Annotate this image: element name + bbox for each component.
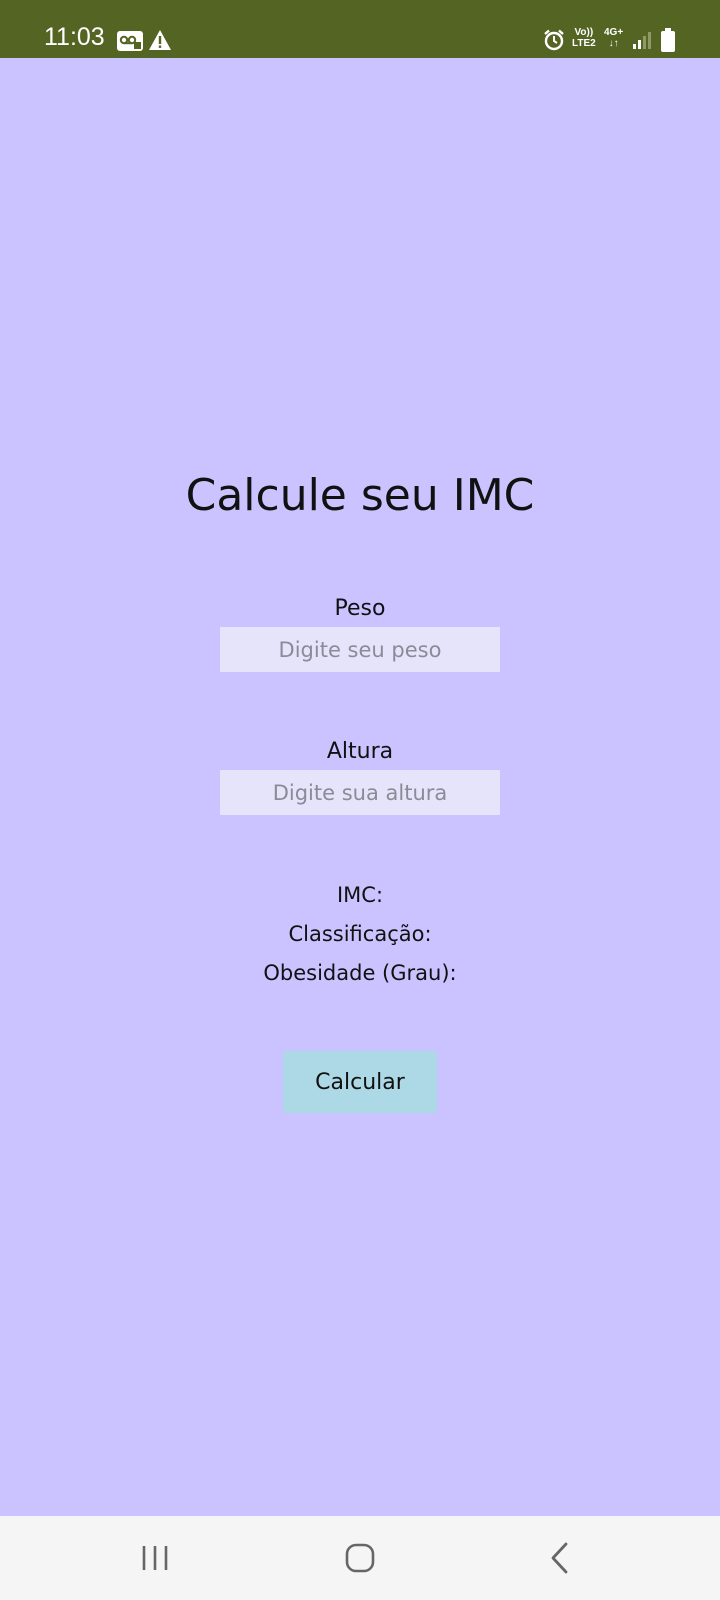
height-input[interactable] (220, 770, 500, 815)
navigation-bar (0, 1516, 720, 1600)
voicemail-icon (117, 31, 143, 55)
signal-icon (632, 31, 652, 53)
network-type-text: 4G+ (604, 27, 624, 38)
status-time: 11:03 (44, 23, 105, 51)
volte-icon: Vo)) LTE2 (572, 27, 596, 49)
classification-result-label: Classificação: (288, 922, 432, 946)
weight-label: Peso (334, 596, 386, 621)
battery-icon (661, 28, 675, 56)
warning-icon (148, 29, 172, 55)
volte-top-text: Vo)) (574, 27, 594, 38)
page-title: Calcule seu IMC (185, 470, 535, 521)
volte-bottom-text: LTE2 (572, 38, 596, 49)
weight-input[interactable] (220, 627, 500, 672)
alarm-icon (543, 29, 565, 55)
status-bar: 11:03 Vo)) LTE2 4G+ ↓↑ (0, 0, 720, 58)
data-arrows-icon: ↓↑ (608, 38, 619, 49)
imc-result-label: IMC: (336, 883, 384, 907)
4g-data-icon: 4G+ ↓↑ (604, 27, 623, 49)
obesity-grade-result-label: Obesidade (Grau): (263, 961, 457, 985)
recent-apps-icon[interactable] (134, 1536, 178, 1580)
height-label: Altura (326, 739, 394, 764)
home-icon[interactable] (338, 1536, 382, 1580)
calculate-button[interactable]: Calcular (283, 1051, 437, 1113)
back-icon[interactable] (538, 1536, 582, 1580)
